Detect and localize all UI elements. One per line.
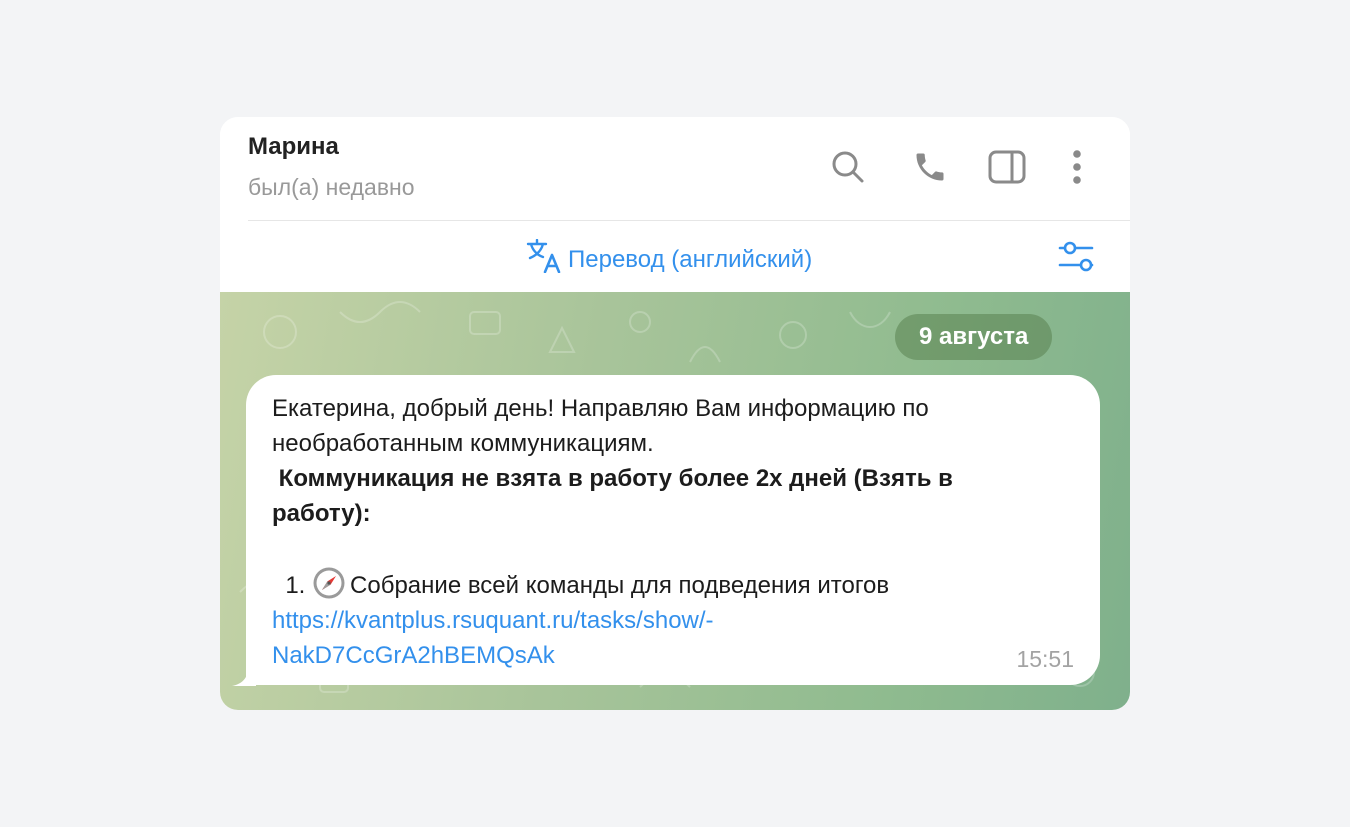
message-bubble[interactable]: Екатерина, добрый день! Направляю Вам ин… — [246, 375, 1100, 685]
phone-icon[interactable] — [910, 147, 950, 187]
list-item-number: 1. — [272, 572, 313, 599]
message-text-line: Екатерина, добрый день! Направляю Вам ин… — [272, 395, 929, 422]
message-bold-line: Коммуникация не взята в работу более 2х … — [272, 465, 953, 492]
date-separator: 9 августа — [895, 314, 1053, 360]
search-icon[interactable] — [828, 147, 868, 187]
chat-window: Марина был(а) недавно Перевод (английски… — [220, 117, 1130, 710]
contact-status: был(а) недавно — [248, 174, 415, 200]
settings-sliders-icon[interactable] — [1058, 239, 1096, 275]
message-list-item: 1. Собрание всей команды для подведения … — [272, 566, 1074, 603]
message-time: 15:51 — [1016, 646, 1074, 672]
sidebar-toggle-icon[interactable] — [987, 147, 1027, 187]
contact-name[interactable]: Марина — [248, 133, 339, 161]
translate-label: Перевод (английский) — [568, 245, 813, 273]
compass-icon — [313, 567, 345, 599]
task-link[interactable]: NakD7CcGrA2hBEMQsAk — [272, 638, 1074, 673]
translate-icon — [526, 238, 562, 280]
message-text-line: необработанным коммуникациям. — [272, 430, 654, 457]
list-item-text: Собрание всей команды для подведения ито… — [350, 572, 890, 599]
task-link[interactable]: https://kvantplus.rsuquant.ru/tasks/show… — [272, 603, 1074, 638]
chat-header: Марина был(а) недавно — [220, 117, 1130, 221]
chat-area[interactable]: 9 августа Екатерина, добрый день! Направ… — [220, 292, 1130, 710]
more-vertical-icon[interactable] — [1057, 147, 1097, 187]
message-bold-line: работу): — [272, 500, 371, 527]
translate-button[interactable]: Перевод (английский) — [526, 238, 813, 280]
translate-bar: Перевод (английский) — [220, 221, 1130, 292]
